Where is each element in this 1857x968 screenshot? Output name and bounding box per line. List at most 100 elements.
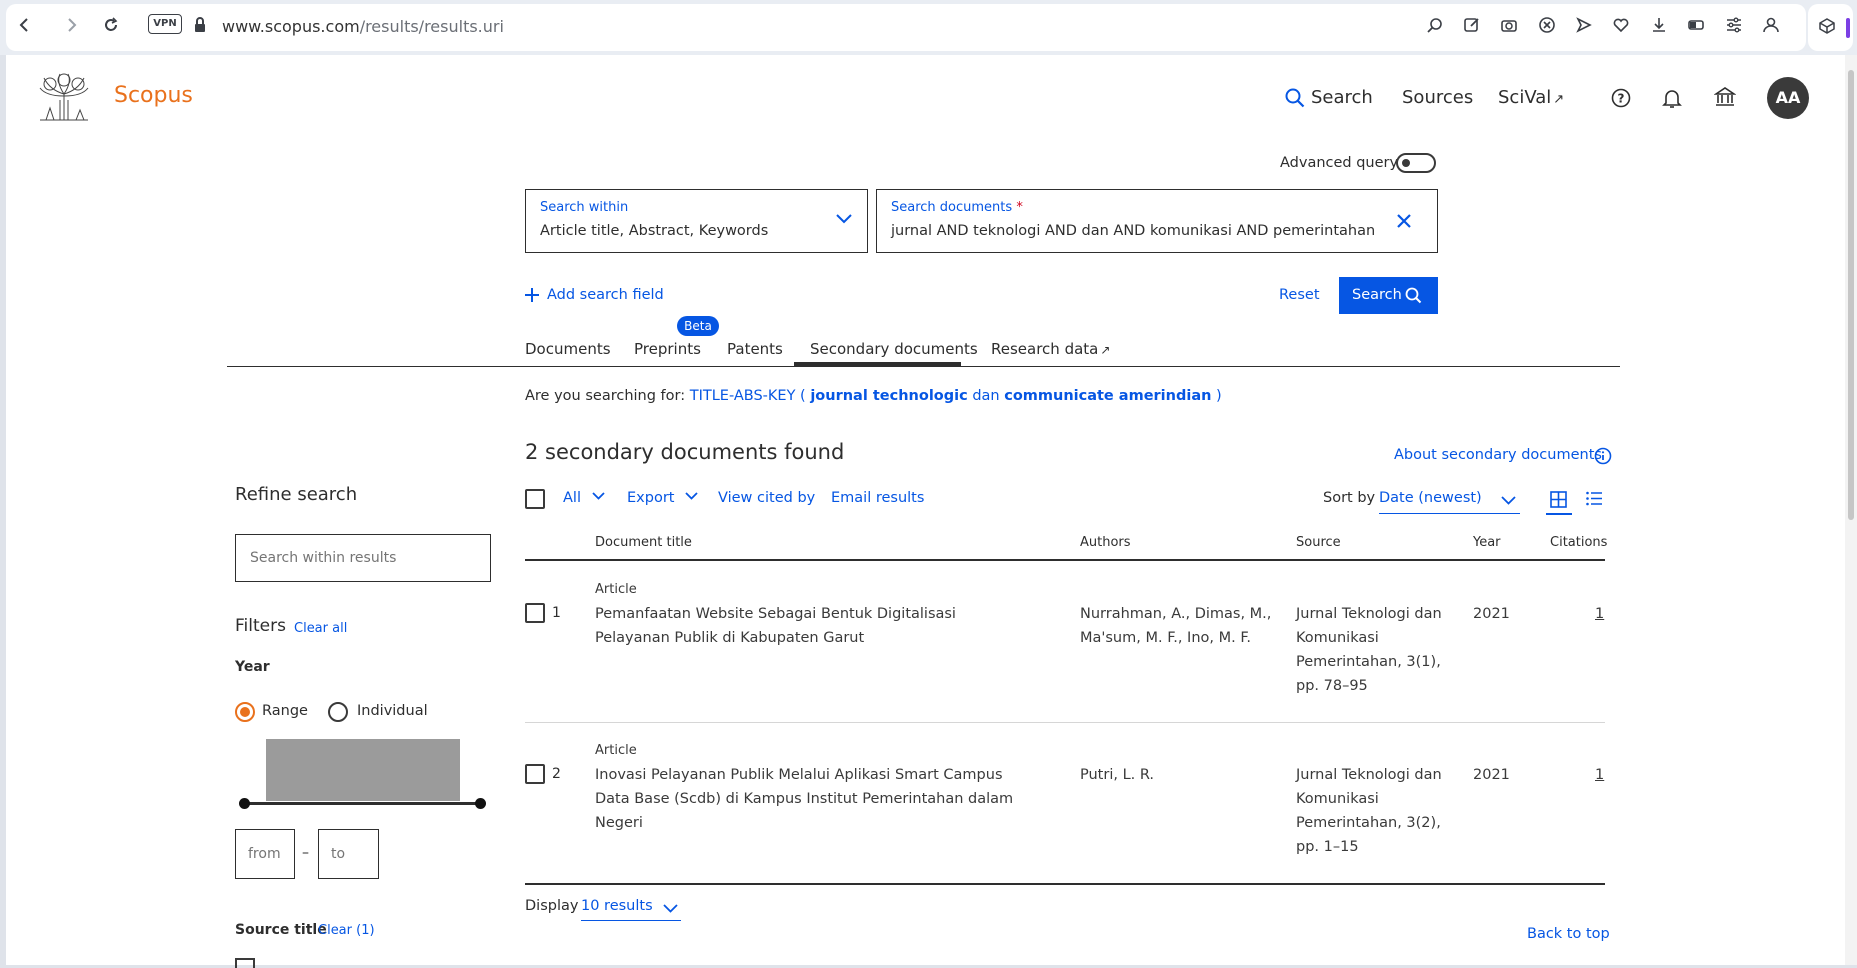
search-icon[interactable] [1285,88,1305,108]
source-checkbox-partial[interactable] [235,958,255,968]
row-checkbox[interactable] [525,603,545,623]
sort-by-label: Sort by [1323,490,1376,506]
row-authors[interactable]: Nurrahman, A., Dimas, M., Ma'sum, M. F.,… [1080,602,1275,650]
year-histogram-bar [266,739,460,801]
help-icon[interactable]: ? [1611,88,1631,108]
profile-icon[interactable] [1762,16,1780,34]
url-host: www.scopus.com [222,17,360,36]
url-text[interactable]: www.scopus.com/results/results.uri [222,17,504,36]
institution-icon[interactable] [1714,86,1736,108]
row-checkbox[interactable] [525,764,545,784]
add-search-field-link[interactable]: Add search field [547,287,664,303]
suggestion-query[interactable]: TITLE-ABS-KEY ( journal technologic dan … [690,388,1222,404]
year-slider-min-handle[interactable] [239,798,250,809]
search-documents-value[interactable]: jurnal AND teknologi AND dan AND komunik… [891,223,1375,239]
camera-icon[interactable] [1500,16,1518,34]
search-button[interactable]: Search [1339,277,1438,314]
table-bottom-divider [525,883,1605,885]
tab-secondary-documents[interactable]: Secondary documents [810,340,978,358]
select-all-dropdown[interactable]: All [563,490,605,506]
row-year: 2021 [1473,767,1510,783]
suggestion-connector: dan [972,388,1000,404]
select-all-checkbox[interactable] [525,489,545,509]
chevron-down-icon [685,492,698,500]
list-view-icon[interactable] [1586,491,1603,506]
about-secondary-link[interactable]: About secondary documents [1394,447,1602,463]
reset-link[interactable]: Reset [1279,287,1320,303]
edit-icon[interactable] [1463,16,1481,34]
column-citations[interactable]: Citations [1550,535,1607,550]
source-title-clear-link[interactable]: Clear (1) [318,923,375,938]
year-to-input[interactable] [318,829,379,879]
row-authors[interactable]: Putri, L. R. [1080,763,1275,787]
search-button-icon [1405,287,1422,304]
year-slider-max-handle[interactable] [475,798,486,809]
search-suggestion: Are you searching for: TITLE-ABS-KEY ( j… [525,388,1222,404]
search-within-results-input[interactable] [235,534,491,582]
toggle-knob [1402,159,1410,167]
radio-dot [240,707,250,717]
search-within-label: Search within [540,200,629,215]
export-dropdown[interactable]: Export [627,490,698,506]
advanced-query-toggle[interactable] [1396,153,1436,173]
adblock-icon[interactable] [1538,16,1556,34]
nav-sources[interactable]: Sources [1402,87,1473,108]
settings-sliders-icon[interactable] [1725,16,1743,34]
tab-patents[interactable]: Patents [727,340,783,358]
row-source[interactable]: Jurnal Teknologi dan Komunikasi Pemerint… [1296,763,1456,859]
row-title-link[interactable]: Inovasi Pelayanan Publik Melalui Aplikas… [595,763,1025,835]
tab-research-data[interactable]: Research data ↗ [991,340,1110,358]
view-cited-by-link[interactable]: View cited by [718,490,815,506]
send-icon[interactable] [1575,16,1593,34]
search-documents-field[interactable]: Search documents * jurnal AND teknologi … [876,189,1438,253]
suggestion-query-start: TITLE-ABS-KEY ( [689,388,806,404]
row-divider [525,722,1605,723]
row-title-link[interactable]: Pemanfaatan Website Sebagai Bentuk Digit… [595,602,1025,650]
zoom-search-icon[interactable] [1426,16,1444,34]
email-results-link[interactable]: Email results [831,490,924,506]
year-slider-track[interactable] [245,802,481,805]
year-from-input[interactable] [235,829,295,879]
avatar[interactable]: AA [1767,77,1809,119]
column-source[interactable]: Source [1296,535,1341,550]
search-within-select[interactable]: Search within Article title, Abstract, K… [525,189,868,253]
column-authors[interactable]: Authors [1080,535,1131,550]
row-source[interactable]: Jurnal Teknologi dan Komunikasi Pemerint… [1296,602,1456,698]
back-icon[interactable] [16,16,34,34]
extension-panel[interactable] [1808,4,1853,51]
row-citations-link[interactable]: 1 [1595,763,1604,787]
clear-icon[interactable] [1397,214,1411,228]
battery-icon[interactable] [1687,16,1705,34]
search-button-label: Search [1352,287,1402,303]
brand-name[interactable]: Scopus [114,83,193,108]
nav-search[interactable]: Search [1311,87,1373,108]
grid-view-toggle[interactable] [1546,488,1572,515]
bell-icon[interactable] [1662,87,1682,109]
page-scrollbar-thumb[interactable] [1848,70,1854,520]
reload-icon[interactable] [102,16,120,34]
cube-icon[interactable] [1818,17,1836,35]
column-year[interactable]: Year [1473,535,1501,550]
suggestion-query-end: ) [1216,388,1222,404]
forward-icon[interactable] [62,16,80,34]
row-citations-link[interactable]: 1 [1595,602,1604,626]
back-to-top-link[interactable]: Back to top [1527,926,1610,942]
nav-scival[interactable]: SciVal ↗ [1498,87,1564,108]
tab-preprints[interactable]: Preprints [634,340,701,358]
row-index: 1 [552,605,561,621]
individual-radio[interactable] [328,702,348,722]
tab-documents[interactable]: Documents [525,340,611,358]
clear-all-link[interactable]: Clear all [294,621,347,636]
individual-label: Individual [357,703,428,719]
elsevier-logo[interactable] [36,72,92,122]
lock-icon[interactable] [192,16,210,34]
vpn-badge[interactable]: VPN [148,14,182,34]
info-icon[interactable] [1594,447,1612,465]
heart-icon[interactable] [1612,16,1630,34]
tab-research-data-label: Research data [991,340,1099,358]
column-document-title[interactable]: Document title [595,535,692,550]
range-radio[interactable] [235,702,255,722]
display-count-select[interactable]: 10 results [581,896,681,921]
sort-select[interactable]: Date (newest) [1379,488,1520,514]
download-icon[interactable] [1650,16,1668,34]
